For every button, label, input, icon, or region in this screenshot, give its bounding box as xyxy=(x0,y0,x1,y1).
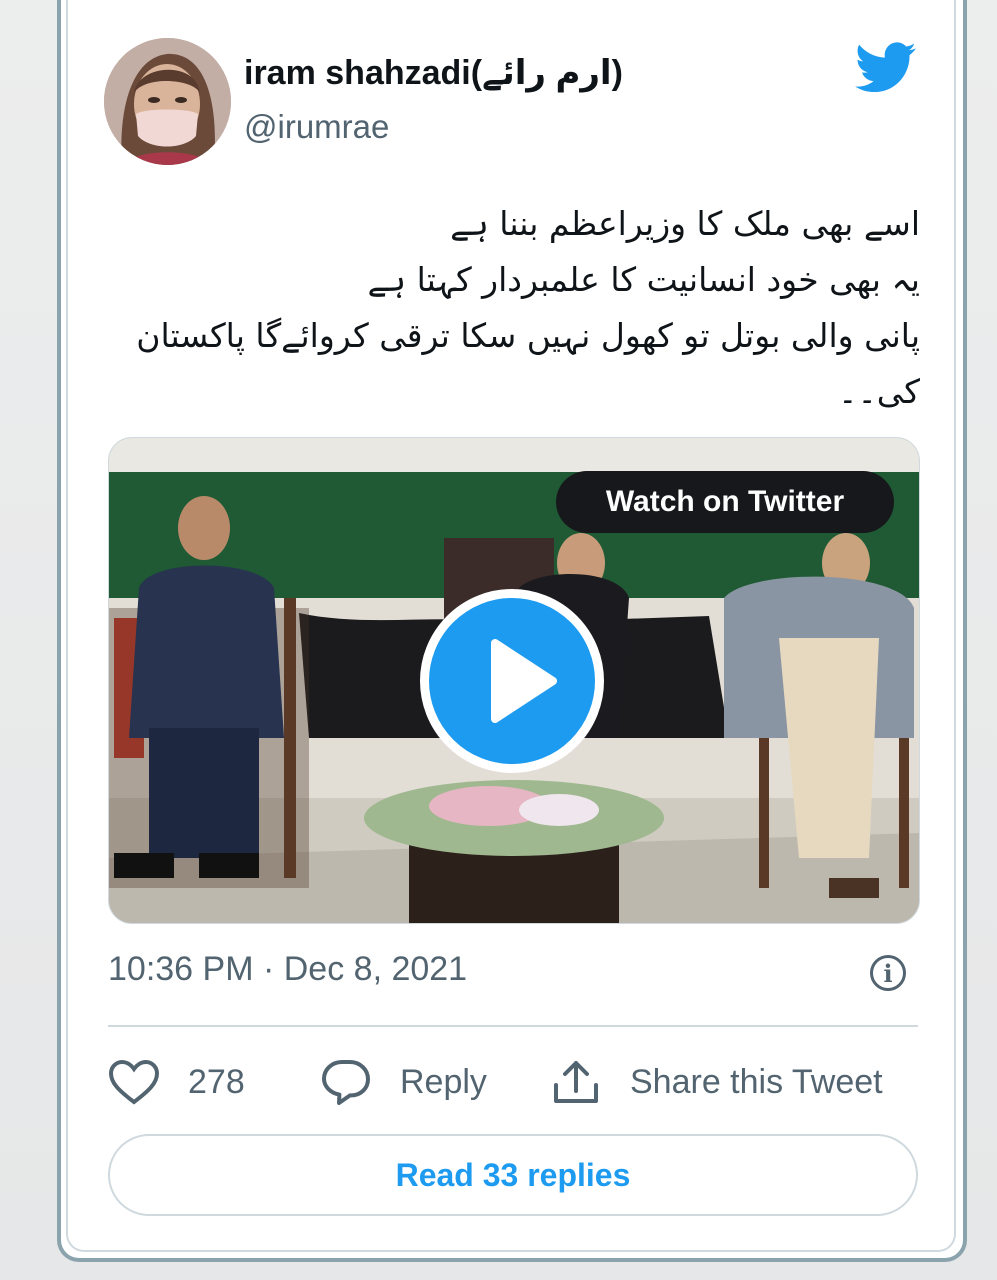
tweet-text-line: پانی والی بوتل تو کھول نہیں سکا ترقی کرو… xyxy=(136,316,920,355)
share-tweet-button[interactable]: Share this Tweet xyxy=(550,1057,883,1107)
like-count: 278 xyxy=(188,1062,245,1101)
twitter-bird-icon[interactable] xyxy=(855,42,917,94)
info-icon[interactable]: i xyxy=(870,955,906,991)
read-replies-button[interactable]: Read 33 replies xyxy=(108,1134,918,1216)
tweet-timestamp[interactable]: 10:36 PM · Dec 8, 2021 xyxy=(108,950,467,989)
share-upload-icon xyxy=(550,1057,602,1107)
tweet-text-line: اسے بھی ملک کا وزیراعظم بننا ہے xyxy=(450,204,920,243)
reply-label: Reply xyxy=(400,1062,487,1101)
tweet-text-line: کی۔۔ xyxy=(838,372,920,411)
watch-on-twitter-button[interactable]: Watch on Twitter xyxy=(556,471,894,533)
speech-bubble-icon xyxy=(320,1058,372,1106)
avatar[interactable] xyxy=(104,38,231,165)
like-button[interactable]: 278 xyxy=(108,1057,245,1107)
play-icon[interactable] xyxy=(420,589,604,773)
heart-icon xyxy=(108,1059,160,1105)
reply-button[interactable]: Reply xyxy=(320,1057,487,1107)
divider xyxy=(108,1025,918,1027)
share-label: Share this Tweet xyxy=(630,1062,883,1101)
user-handle[interactable]: @irumrae xyxy=(244,108,389,146)
tweet-text-line: یہ بھی خود انسانیت کا علمبردار کہتا ہے xyxy=(367,260,920,299)
tweet-text: اسے بھی ملک کا وزیراعظم بننا ہے یہ بھی خ… xyxy=(120,196,920,420)
display-name[interactable]: iram shahzadi(ارم رائے) xyxy=(244,52,623,93)
